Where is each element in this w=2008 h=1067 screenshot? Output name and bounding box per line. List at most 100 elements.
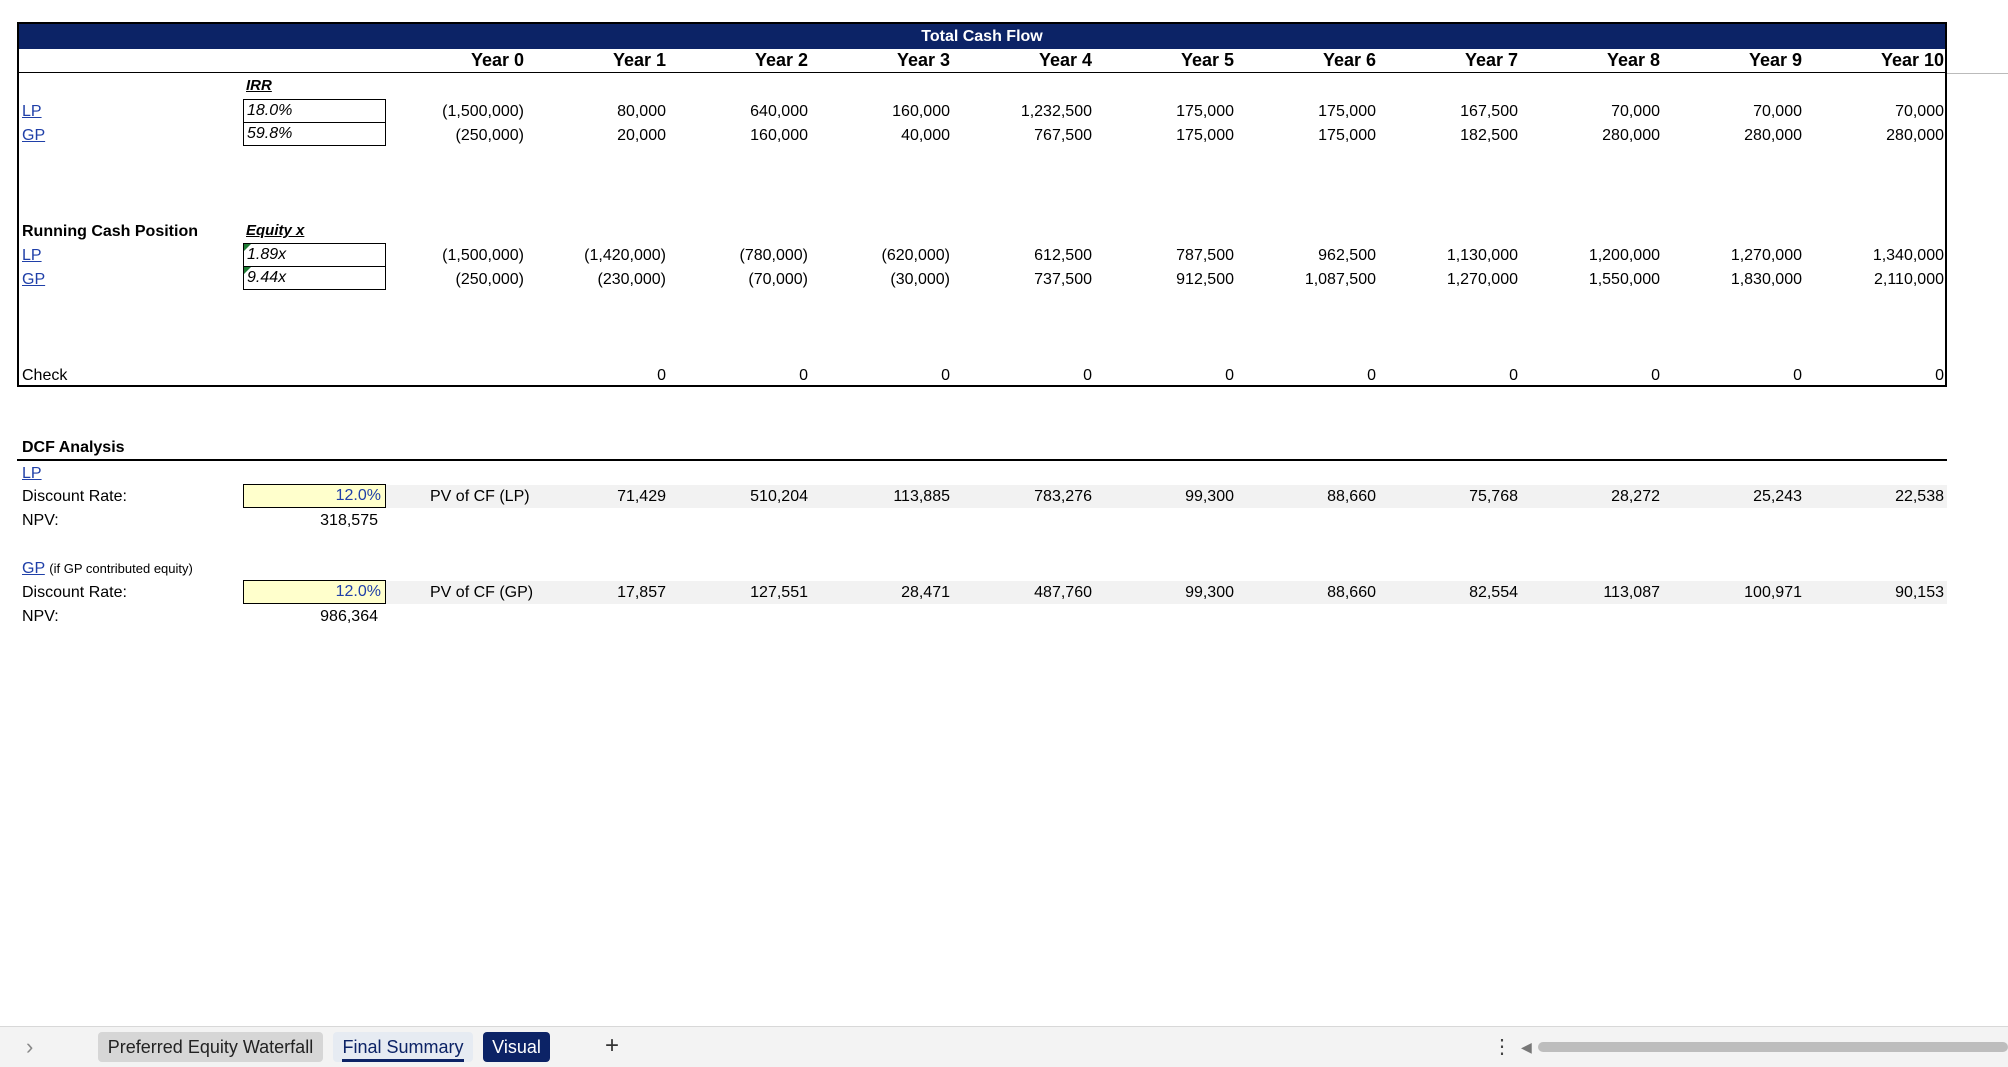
gp-cf-cell-3: 40,000 bbox=[901, 127, 950, 144]
gp-running-cell-8: 1,550,000 bbox=[1588, 271, 1660, 288]
lp-running-cell-4: 612,500 bbox=[1034, 247, 1092, 264]
gp-cf-cell-4: 767,500 bbox=[1034, 127, 1092, 144]
gp-pv-cell-7: 82,554 bbox=[1469, 584, 1518, 601]
gp-pv-cell-4: 487,760 bbox=[1034, 584, 1092, 601]
lp-cf-cell-0: (1,500,000) bbox=[442, 103, 524, 120]
lp-running-label[interactable]: LP bbox=[22, 244, 42, 267]
lp-pv-cell-2: 510,204 bbox=[750, 488, 808, 505]
check-cell-6: 0 bbox=[1367, 367, 1376, 384]
gp-npv-value: 986,364 bbox=[320, 608, 378, 625]
gp-running-cell-7: 1,270,000 bbox=[1446, 271, 1518, 288]
lp-cf-cell-1: 80,000 bbox=[617, 103, 666, 120]
gp-cf-cell-5: 175,000 bbox=[1176, 127, 1234, 144]
comment-indicator bbox=[244, 267, 251, 274]
gp-pv-cell-8: 113,087 bbox=[1603, 584, 1660, 601]
gp-running-cell-3: (30,000) bbox=[890, 271, 950, 288]
gp-running-label[interactable]: GP bbox=[22, 268, 45, 291]
check-cell-5: 0 bbox=[1225, 367, 1234, 384]
gp-discount-rate-input[interactable]: 12.0% bbox=[243, 580, 386, 604]
lp-cf-cell-8: 70,000 bbox=[1611, 103, 1660, 120]
lp-running-cell-5: 787,500 bbox=[1176, 247, 1234, 264]
sheet-tab-bar: › Preferred Equity Waterfall Final Summa… bbox=[0, 1026, 2008, 1067]
check-cell-8: 0 bbox=[1651, 367, 1660, 384]
lp-npv-label: NPV: bbox=[22, 512, 59, 529]
check-cell-10: 0 bbox=[1935, 367, 1944, 384]
horizontal-scrollbar-thumb[interactable] bbox=[1538, 1042, 2008, 1052]
gp-pv-cell-1: 17,857 bbox=[617, 584, 666, 601]
check-cell-3: 0 bbox=[941, 367, 950, 384]
gp-running-cell-2: (70,000) bbox=[748, 271, 808, 288]
tab-final-summary-label: Final Summary bbox=[342, 1037, 464, 1062]
lp-row-label[interactable]: LP bbox=[22, 100, 42, 123]
check-label: Check bbox=[22, 367, 68, 384]
lp-discount-rate-input[interactable]: 12.0% bbox=[243, 484, 386, 508]
lp-running-cell-7: 1,130,000 bbox=[1446, 247, 1518, 264]
lp-pv-cell-4: 783,276 bbox=[1034, 488, 1092, 505]
header-right-extension bbox=[1947, 73, 2008, 74]
dcf-divider bbox=[17, 459, 1947, 461]
lp-equity-cell[interactable]: 1.89x bbox=[243, 243, 386, 267]
dcf-lp-label[interactable]: LP bbox=[22, 462, 42, 485]
lp-cf-cell-6: 175,000 bbox=[1318, 103, 1376, 120]
tab-preferred-equity-waterfall[interactable]: Preferred Equity Waterfall bbox=[98, 1032, 323, 1062]
gp-cf-cell-9: 280,000 bbox=[1744, 127, 1802, 144]
year-header-8: Year 8 bbox=[1606, 50, 1660, 70]
check-cell-4: 0 bbox=[1083, 367, 1092, 384]
scroll-left-arrow-icon[interactable]: ◀ bbox=[1521, 1034, 1532, 1060]
gp-cf-cell-0: (250,000) bbox=[455, 127, 525, 144]
gp-running-cell-1: (230,000) bbox=[597, 271, 667, 288]
lp-running-cell-8: 1,200,000 bbox=[1588, 247, 1660, 264]
lp-pv-cell-6: 88,660 bbox=[1327, 488, 1376, 505]
year-header-2: Year 2 bbox=[754, 50, 808, 70]
comment-indicator bbox=[244, 244, 251, 251]
tab-final-summary[interactable]: Final Summary bbox=[333, 1032, 473, 1062]
header-divider bbox=[19, 72, 1945, 73]
cash-flow-table bbox=[17, 22, 1947, 387]
lp-cf-cell-10: 70,000 bbox=[1895, 103, 1944, 120]
gp-running-cell-5: 912,500 bbox=[1176, 271, 1234, 288]
lp-pv-cell-1: 71,429 bbox=[617, 488, 666, 505]
gp-running-cell-10: 2,110,000 bbox=[1874, 271, 1944, 288]
year-header-5: Year 5 bbox=[1180, 50, 1234, 70]
lp-cf-cell-3: 160,000 bbox=[892, 103, 950, 120]
gp-irr-cell[interactable]: 59.8% bbox=[243, 122, 386, 146]
irr-label: IRR bbox=[246, 77, 272, 94]
lp-pv-cell-7: 75,768 bbox=[1469, 488, 1518, 505]
running-cash-label: Running Cash Position bbox=[22, 223, 198, 240]
table-title: Total Cash Flow bbox=[921, 28, 1043, 45]
more-options-icon[interactable]: ⋮ bbox=[1492, 1032, 1512, 1062]
gp-pv-cell-3: 28,471 bbox=[901, 584, 950, 601]
tab-scroll-prev-button[interactable]: › bbox=[26, 1033, 33, 1061]
lp-cf-cell-5: 175,000 bbox=[1176, 103, 1234, 120]
year-header-7: Year 7 bbox=[1464, 50, 1518, 70]
lp-running-cell-2: (780,000) bbox=[739, 247, 809, 264]
lp-running-cell-3: (620,000) bbox=[881, 247, 951, 264]
gp-equity-cell[interactable]: 9.44x bbox=[243, 266, 386, 290]
lp-npv-value: 318,575 bbox=[320, 512, 378, 529]
year-header-10: Year 10 bbox=[1880, 50, 1944, 70]
gp-pv-cell-6: 88,660 bbox=[1327, 584, 1376, 601]
year-header-3: Year 3 bbox=[896, 50, 950, 70]
gp-irr-value: 59.8% bbox=[247, 125, 293, 142]
lp-pv-label: PV of CF (LP) bbox=[430, 488, 530, 505]
lp-pv-cell-3: 113,885 bbox=[893, 488, 950, 505]
lp-discount-label: Discount Rate: bbox=[22, 488, 127, 505]
gp-running-cell-4: 737,500 bbox=[1034, 271, 1092, 288]
lp-running-cell-9: 1,270,000 bbox=[1730, 247, 1802, 264]
gp-pv-cell-5: 99,300 bbox=[1185, 584, 1234, 601]
lp-pv-cell-8: 28,272 bbox=[1611, 488, 1660, 505]
lp-irr-cell[interactable]: 18.0% bbox=[243, 99, 386, 123]
gp-pv-label: PV of CF (GP) bbox=[430, 584, 534, 601]
dcf-gp-heading: GP (if GP contributed equity) bbox=[22, 558, 193, 580]
gp-row-label[interactable]: GP bbox=[22, 124, 45, 147]
year-header-0: Year 0 bbox=[470, 50, 524, 70]
dcf-gp-label[interactable]: GP bbox=[22, 560, 45, 577]
add-sheet-button[interactable]: + bbox=[605, 1030, 619, 1062]
table-title-bar: Total Cash Flow bbox=[19, 24, 1945, 49]
lp-running-cell-10: 1,340,000 bbox=[1872, 247, 1944, 264]
gp-running-cell-0: (250,000) bbox=[455, 271, 525, 288]
year-header-1: Year 1 bbox=[612, 50, 666, 70]
lp-pv-cell-9: 25,243 bbox=[1753, 488, 1802, 505]
dcf-title: DCF Analysis bbox=[22, 439, 125, 456]
tab-visual[interactable]: Visual bbox=[483, 1032, 550, 1062]
